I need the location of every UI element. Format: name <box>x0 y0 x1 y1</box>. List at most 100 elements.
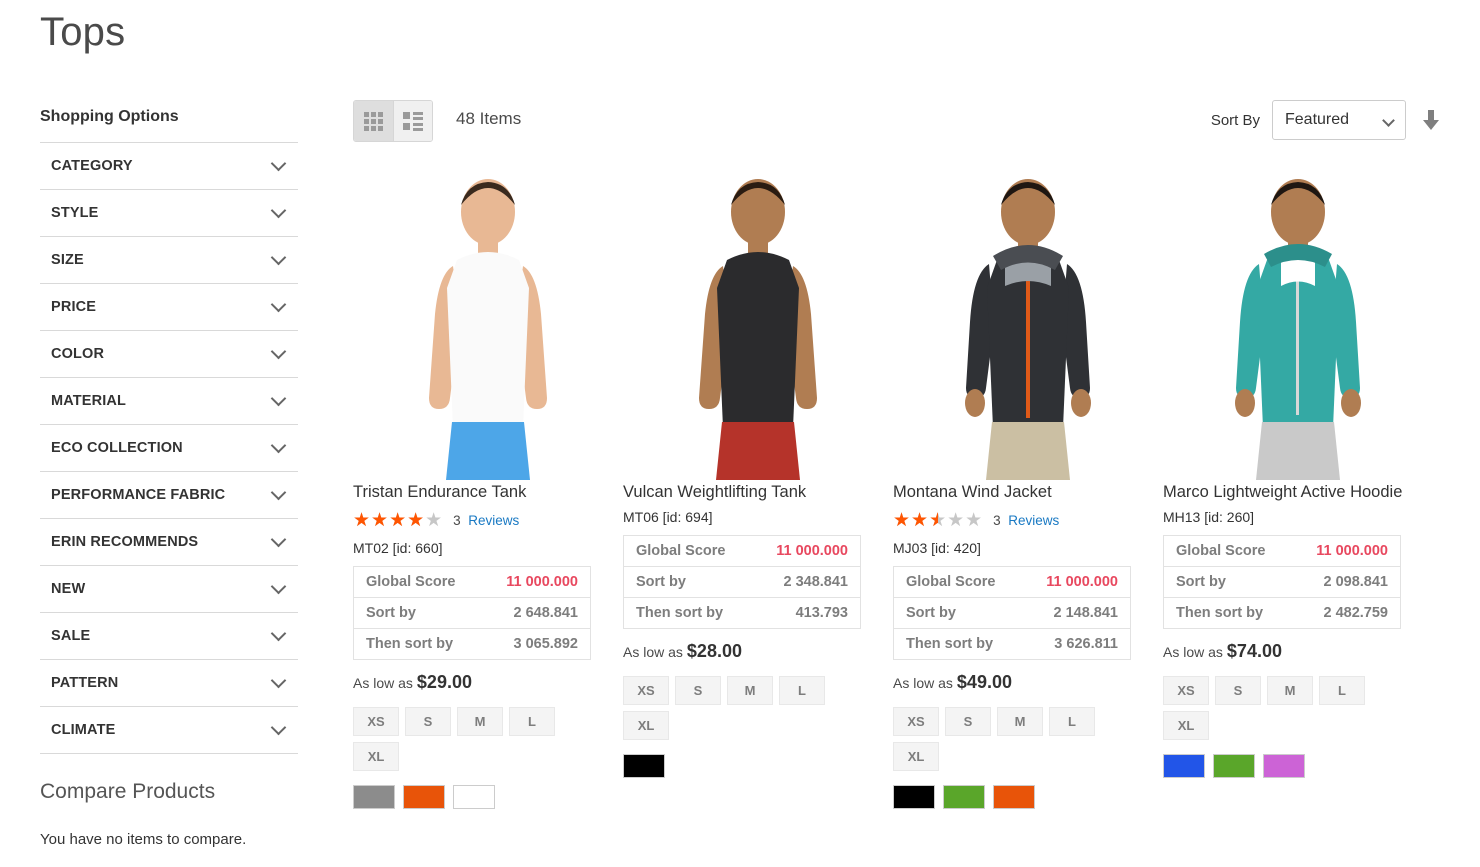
filter-item-size[interactable]: SIZE <box>40 237 298 284</box>
sort-by-select[interactable]: Featured <box>1272 100 1406 140</box>
size-swatch[interactable]: XS <box>893 706 939 736</box>
chevron-down-icon <box>273 158 286 171</box>
reviews-link[interactable]: 3 Reviews <box>453 513 519 528</box>
filter-item-eco-collection[interactable]: ECO COLLECTION <box>40 425 298 472</box>
table-row: Global Score 11 000.000 <box>893 566 1131 598</box>
filter-item-material[interactable]: MATERIAL <box>40 378 298 425</box>
product-name-link[interactable]: Tristan Endurance Tank <box>353 482 623 503</box>
price-value: $74.00 <box>1226 640 1282 661</box>
size-swatch[interactable]: S <box>675 675 721 705</box>
sort-by-value: Featured <box>1285 111 1350 128</box>
filter-item-sale[interactable]: SALE <box>40 613 298 660</box>
product-image[interactable] <box>893 160 1163 480</box>
color-swatch[interactable] <box>1263 753 1305 778</box>
chevron-down-icon <box>273 675 286 688</box>
filter-label: STYLE <box>51 205 99 221</box>
product-name-link[interactable]: Montana Wind Jacket <box>893 482 1163 503</box>
filter-item-style[interactable]: STYLE <box>40 190 298 237</box>
filter-item-color[interactable]: COLOR <box>40 331 298 378</box>
rating-stars[interactable]: ★★★★★★★★★★ <box>893 511 983 530</box>
product-image[interactable] <box>353 160 623 480</box>
size-swatch[interactable]: XL <box>893 741 939 771</box>
color-swatch[interactable] <box>993 784 1035 809</box>
size-swatch[interactable]: S <box>945 706 991 736</box>
score-table: Global Score 11 000.000 Sort by 2 098.841 Th… <box>1163 534 1401 629</box>
size-swatch[interactable]: XS <box>353 706 399 736</box>
filter-item-erin-recommends[interactable]: ERIN RECOMMENDS <box>40 519 298 566</box>
size-swatch[interactable]: L <box>1319 675 1365 705</box>
sidebar-heading: Shopping Options <box>40 108 179 125</box>
view-mode-grid-button[interactable] <box>354 101 393 141</box>
chevron-down-icon <box>273 722 286 735</box>
score-table: Global Score 11 000.000 Sort by 2 348.841 Th… <box>623 534 861 629</box>
sort-by-label: Sort By <box>1210 111 1260 129</box>
filter-label: ERIN RECOMMENDS <box>51 534 199 550</box>
chevron-down-icon <box>273 581 286 594</box>
size-swatch[interactable]: XL <box>353 741 399 771</box>
rating-stars[interactable]: ★★★★★★★★★★ <box>353 511 443 530</box>
product-image[interactable] <box>1163 160 1433 480</box>
color-swatch[interactable] <box>893 784 935 809</box>
color-swatch[interactable] <box>943 784 985 809</box>
chevron-down-icon <box>273 487 286 500</box>
product-name-link[interactable]: Marco Lightweight Active Hoodie <box>1163 482 1433 503</box>
global-score-value: 11 000.000 <box>1046 573 1118 590</box>
filter-item-climate[interactable]: CLIMATE <box>40 707 298 754</box>
size-swatch[interactable]: XL <box>1163 710 1209 740</box>
sort-direction-button[interactable] <box>1422 109 1440 131</box>
filter-label: PRICE <box>51 299 97 315</box>
size-swatch[interactable]: M <box>1267 675 1313 705</box>
size-swatch[interactable]: XL <box>623 710 669 740</box>
global-score-label: Global Score <box>906 573 996 590</box>
as-low-as-label: As low as <box>623 643 683 660</box>
color-swatch[interactable] <box>623 753 665 778</box>
size-swatch[interactable]: M <box>727 675 773 705</box>
filter-item-pattern[interactable]: PATTERN <box>40 660 298 707</box>
as-low-as-label: As low as <box>893 674 953 691</box>
color-swatch[interactable] <box>1213 753 1255 778</box>
size-swatch[interactable]: S <box>1215 675 1261 705</box>
filter-label: NEW <box>51 581 86 597</box>
size-swatch[interactable]: L <box>509 706 555 736</box>
size-swatch[interactable]: M <box>457 706 503 736</box>
size-swatch[interactable]: XS <box>623 675 669 705</box>
score-table: Global Score 11 000.000 Sort by 2 148.841 Th… <box>893 565 1131 660</box>
size-swatch[interactable]: S <box>405 706 451 736</box>
size-swatch[interactable]: XS <box>1163 675 1209 705</box>
size-swatch[interactable]: L <box>779 675 825 705</box>
table-row: Then sort by 2 482.759 <box>1164 597 1401 628</box>
size-swatch-list: XS S M L XL <box>1163 675 1403 740</box>
reviews-label: Reviews <box>468 513 520 529</box>
filter-item-performance-fabric[interactable]: PERFORMANCE FABRIC <box>40 472 298 519</box>
color-swatch[interactable] <box>1163 753 1205 778</box>
color-swatch[interactable] <box>453 784 495 809</box>
size-swatch[interactable]: L <box>1049 706 1095 736</box>
filter-item-category[interactable]: CATEGORY <box>40 143 298 190</box>
then-sort-by-value-cell: 2 482.759 <box>1323 604 1388 621</box>
filter-item-new[interactable]: NEW <box>40 566 298 613</box>
view-mode-list-button[interactable] <box>393 101 432 141</box>
size-swatch[interactable]: M <box>997 706 1043 736</box>
table-row: Then sort by 3 626.811 <box>894 628 1131 659</box>
product-card: Marco Lightweight Active Hoodie MH13 [id:… <box>1163 160 1433 809</box>
global-score-label: Global Score <box>1176 542 1266 559</box>
filter-label: SIZE <box>51 252 84 268</box>
product-image[interactable] <box>623 160 893 480</box>
filter-item-price[interactable]: PRICE <box>40 284 298 331</box>
product-name-link[interactable]: Vulcan Weightlifting Tank <box>623 482 893 503</box>
table-row: Global Score 11 000.000 <box>1163 535 1401 567</box>
list-icon <box>403 111 423 131</box>
product-price: As low as $29.00 <box>353 672 623 693</box>
product-price: As low as $28.00 <box>623 641 893 662</box>
product-price: As low as $74.00 <box>1163 641 1433 662</box>
table-row: Then sort by 3 065.892 <box>354 628 591 659</box>
filter-label: PERFORMANCE FABRIC <box>51 487 226 503</box>
color-swatch-list <box>1163 753 1433 778</box>
reviews-link[interactable]: 3 Reviews <box>993 513 1059 528</box>
chevron-down-icon <box>273 252 286 265</box>
color-swatch[interactable] <box>403 784 445 809</box>
color-swatch[interactable] <box>353 784 395 809</box>
sort-by-label-cell: Sort by <box>1176 573 1226 590</box>
price-value: $29.00 <box>416 671 472 692</box>
table-row: Sort by 2 348.841 <box>623 566 861 598</box>
